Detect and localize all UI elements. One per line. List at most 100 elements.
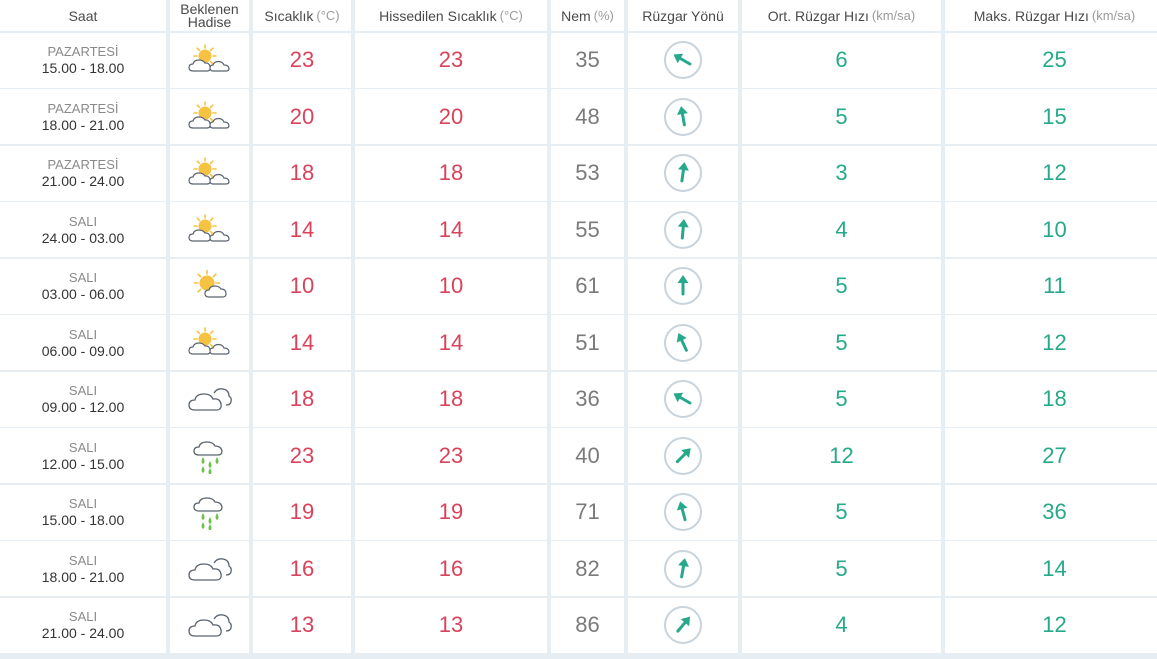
temperature-cell: 14 bbox=[253, 202, 351, 257]
avg-wind-cell: 5 bbox=[742, 258, 941, 314]
wind-direction-cell bbox=[628, 32, 738, 88]
avg-wind-cell: 3 bbox=[742, 145, 941, 201]
header-ruzgar-yonu: Rüzgar Yönü bbox=[628, 0, 738, 31]
time-cell: SALI 24.00 - 03.00 bbox=[0, 202, 166, 257]
avg-wind-cell: 5 bbox=[742, 541, 941, 596]
feels-like-value: 14 bbox=[438, 216, 464, 242]
avg-wind-cell: 12 bbox=[742, 428, 941, 483]
wind-direction-cell bbox=[628, 145, 738, 201]
day-label: SALI bbox=[68, 609, 98, 624]
time-range: 21.00 - 24.00 bbox=[41, 173, 125, 189]
max-wind-cell: 11 bbox=[945, 258, 1157, 314]
feels-like-cell: 23 bbox=[355, 428, 547, 483]
header-saat-label: Saat bbox=[68, 7, 98, 24]
avg-wind-value: 5 bbox=[835, 555, 848, 581]
header-hissedilen-unit: (°C) bbox=[499, 7, 523, 23]
max-wind-value: 25 bbox=[1042, 47, 1067, 72]
header-yon-label: Rüzgar Yönü bbox=[642, 7, 724, 24]
avg-wind-value: 12 bbox=[829, 442, 854, 468]
wind-arrow-icon bbox=[663, 605, 703, 645]
temperature-cell: 20 bbox=[253, 89, 351, 144]
weather-cell bbox=[170, 315, 249, 370]
humidity-cell: 86 bbox=[551, 597, 624, 653]
header-maks-label: Maks. Rüzgar Hızı bbox=[973, 7, 1089, 24]
temperature-value: 18 bbox=[289, 386, 315, 411]
day-label: PAZARTESİ bbox=[47, 157, 119, 172]
header-hissedilen: Hissedilen Sıcaklık (°C) bbox=[355, 0, 547, 31]
wind-arrow-icon bbox=[663, 153, 703, 193]
header-nem-unit: (%) bbox=[593, 7, 614, 23]
wind-arrow-icon bbox=[663, 210, 703, 250]
temperature-cell: 23 bbox=[253, 428, 351, 483]
max-wind-cell: 14 bbox=[945, 541, 1157, 596]
weather-cell bbox=[170, 371, 249, 427]
humidity-cell: 61 bbox=[551, 258, 624, 314]
time-range: 18.00 - 21.00 bbox=[41, 116, 125, 133]
humidity-value: 82 bbox=[575, 555, 600, 581]
partly-cloudy-icon bbox=[187, 156, 233, 190]
cloudy-icon bbox=[186, 383, 234, 415]
humidity-value: 40 bbox=[575, 442, 600, 468]
partly-cloudy-icon bbox=[187, 100, 233, 134]
time-cell: SALI 15.00 - 18.00 bbox=[0, 484, 166, 540]
humidity-cell: 53 bbox=[551, 145, 624, 201]
max-wind-cell: 15 bbox=[945, 89, 1157, 144]
day-label: PAZARTESİ bbox=[47, 44, 119, 59]
avg-wind-value: 5 bbox=[835, 103, 848, 129]
temperature-value: 14 bbox=[289, 216, 315, 242]
humidity-value: 55 bbox=[575, 216, 600, 242]
feels-like-cell: 10 bbox=[355, 258, 547, 314]
feels-like-cell: 16 bbox=[355, 541, 547, 596]
feels-like-value: 23 bbox=[438, 442, 464, 468]
weather-cell bbox=[170, 484, 249, 540]
max-wind-value: 18 bbox=[1042, 386, 1067, 411]
humidity-value: 35 bbox=[575, 47, 600, 72]
weather-cell bbox=[170, 428, 249, 483]
wind-arrow-icon bbox=[663, 323, 703, 363]
wind-direction-cell bbox=[628, 315, 738, 370]
wind-direction-cell bbox=[628, 541, 738, 596]
temperature-value: 20 bbox=[289, 103, 315, 129]
time-cell: PAZARTESİ 21.00 - 24.00 bbox=[0, 145, 166, 201]
rain-icon bbox=[190, 494, 230, 530]
feels-like-value: 23 bbox=[438, 47, 464, 72]
feels-like-value: 13 bbox=[438, 612, 464, 637]
avg-wind-cell: 5 bbox=[742, 371, 941, 427]
temperature-value: 14 bbox=[289, 329, 315, 355]
weather-cell bbox=[170, 541, 249, 596]
humidity-value: 36 bbox=[575, 386, 600, 411]
temperature-value: 19 bbox=[289, 499, 315, 524]
max-wind-value: 10 bbox=[1042, 216, 1067, 242]
avg-wind-cell: 5 bbox=[742, 315, 941, 370]
temperature-cell: 19 bbox=[253, 484, 351, 540]
header-nem-label: Nem bbox=[561, 7, 591, 24]
day-label: SALI bbox=[68, 552, 98, 568]
mostly-sunny-icon bbox=[187, 269, 233, 303]
temperature-value: 10 bbox=[289, 273, 315, 298]
temperature-cell: 14 bbox=[253, 315, 351, 370]
time-cell: SALI 06.00 - 09.00 bbox=[0, 315, 166, 370]
weather-cell bbox=[170, 89, 249, 144]
header-maks-unit: (km/sa) bbox=[1091, 7, 1136, 23]
avg-wind-value: 3 bbox=[835, 160, 848, 185]
time-range: 24.00 - 03.00 bbox=[41, 229, 125, 246]
max-wind-value: 12 bbox=[1042, 329, 1067, 355]
max-wind-cell: 27 bbox=[945, 428, 1157, 483]
humidity-value: 61 bbox=[575, 273, 600, 298]
header-hadise: Beklenen Hadise bbox=[170, 0, 249, 31]
max-wind-value: 15 bbox=[1042, 103, 1067, 129]
feels-like-cell: 14 bbox=[355, 202, 547, 257]
day-label: SALI bbox=[68, 496, 98, 511]
max-wind-value: 14 bbox=[1042, 555, 1067, 581]
wind-arrow-icon bbox=[663, 40, 703, 80]
time-cell: SALI 03.00 - 06.00 bbox=[0, 258, 166, 314]
header-hadise-line2: Hadise bbox=[187, 13, 232, 30]
day-label: SALI bbox=[68, 326, 98, 342]
partly-cloudy-icon bbox=[187, 43, 233, 77]
time-range: 18.00 - 21.00 bbox=[41, 568, 125, 585]
wind-direction-cell bbox=[628, 371, 738, 427]
wind-direction-cell bbox=[628, 258, 738, 314]
time-cell: SALI 21.00 - 24.00 bbox=[0, 597, 166, 653]
humidity-value: 86 bbox=[575, 612, 600, 637]
max-wind-value: 12 bbox=[1042, 160, 1067, 185]
